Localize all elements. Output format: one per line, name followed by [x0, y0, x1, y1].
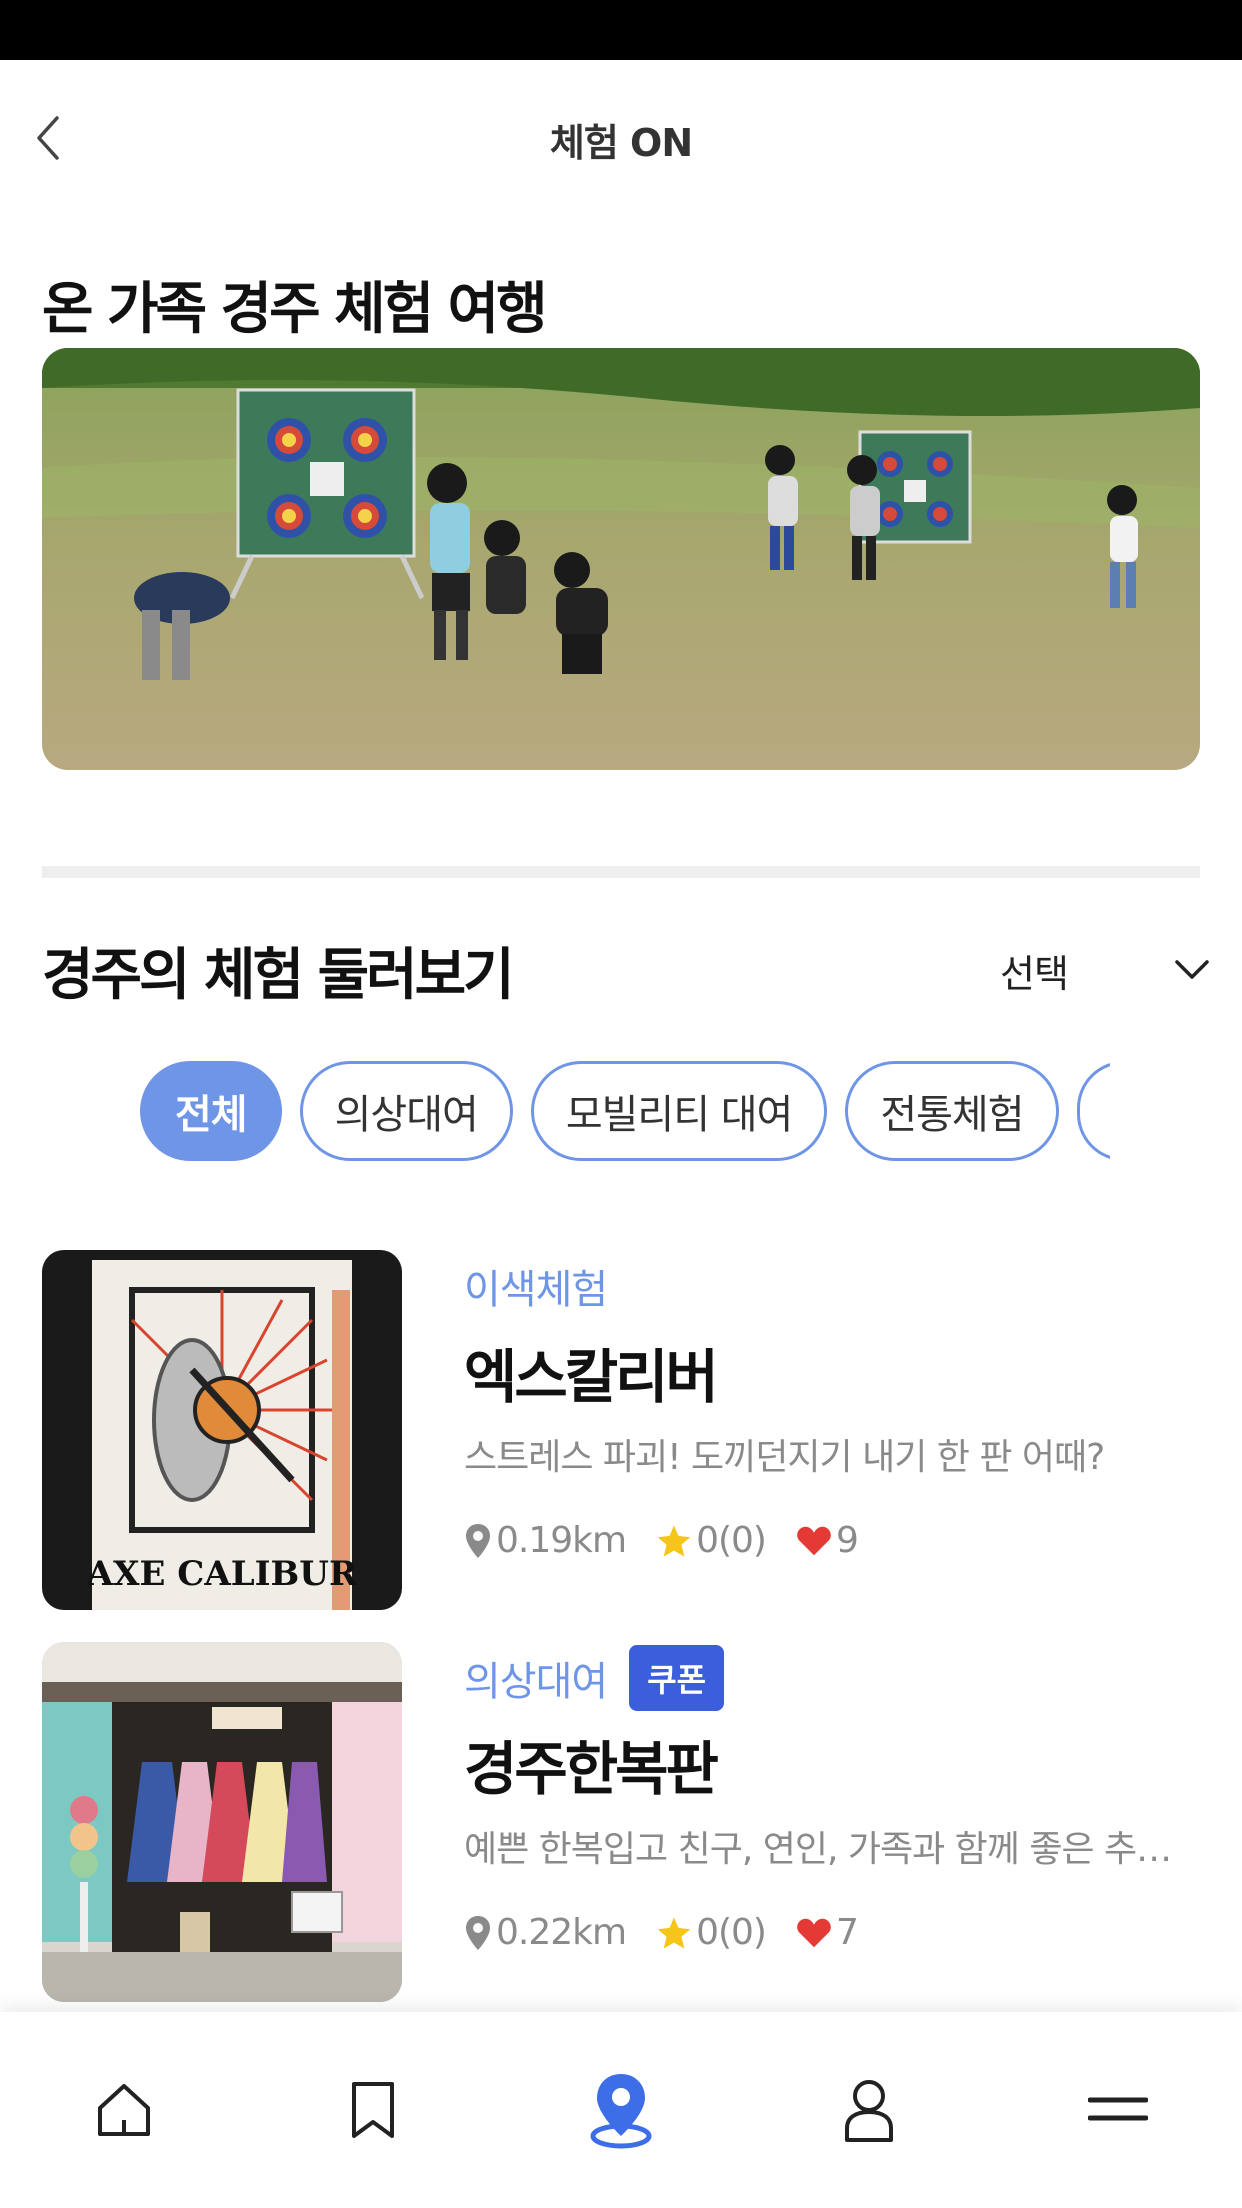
nav-menu-button[interactable] — [1058, 2050, 1178, 2170]
hanbok-shop-photo — [42, 1642, 402, 2002]
chip-traditional-experience[interactable]: 전통체험 — [845, 1061, 1059, 1161]
list-item[interactable]: 의상대여 쿠폰 경주한복판 예쁜 한복입고 친구, 연인, 가족과 함께 좋은 … — [42, 1642, 1200, 2002]
nav-home-button[interactable] — [64, 2050, 184, 2170]
banner-title: 온 가족 경주 체험 여행 — [42, 277, 548, 342]
sort-dropdown-label: 선택 — [1000, 951, 1069, 996]
nav-profile-button[interactable] — [809, 2050, 929, 2170]
section-title: 경주의 체험 둘러보기 — [42, 943, 515, 1008]
item-title[interactable]: 엑스칼리버 — [464, 1330, 1200, 1414]
banner-photo — [42, 348, 1200, 770]
axe-calibur-photo: AXE CALIBUR — [42, 1250, 402, 1610]
category-filter-bar[interactable]: 전체 의상대여 모빌리티 대여 전통체험 0 — [140, 1058, 1110, 1164]
item-thumbnail[interactable] — [42, 1642, 402, 2002]
section-divider — [42, 866, 1200, 878]
coupon-badge: 쿠폰 — [629, 1645, 725, 1711]
location-pin-icon — [590, 2074, 652, 2149]
sort-dropdown[interactable]: 선택 — [1000, 935, 1210, 1005]
item-thumbnail[interactable]: AXE CALIBUR — [42, 1250, 402, 1610]
item-distance: 0.22km — [496, 1912, 627, 1953]
axe-calibur-sign-text: AXE CALIBUR — [86, 1554, 358, 1594]
location-pin-icon — [466, 1915, 490, 1950]
item-info: 의상대여 쿠폰 경주한복판 예쁜 한복입고 친구, 연인, 가족과 함께 좋은 … — [464, 1642, 1200, 1953]
chip-mobility-rental[interactable]: 모빌리티 대여 — [530, 1061, 828, 1161]
item-likes: 7 — [835, 1912, 859, 1953]
item-likes: 9 — [835, 1520, 859, 1561]
item-category: 의상대여 — [464, 1659, 608, 1705]
star-icon — [657, 1916, 691, 1949]
bookmark-icon — [351, 2082, 394, 2138]
item-meta: 0.22km 0(0) 7 — [464, 1912, 1200, 1953]
item-category: 이색체험 — [464, 1267, 608, 1313]
item-title[interactable]: 경주한복판 — [464, 1722, 1200, 1806]
item-rating: 0(0) — [696, 1912, 767, 1953]
status-bar — [0, 0, 1242, 60]
item-description: 예쁜 한복입고 친구, 연인, 가족과 함께 좋은 추억을 남겨보세요 — [464, 1829, 1184, 1870]
item-distance: 0.19km — [496, 1520, 627, 1561]
user-icon — [845, 2080, 894, 2142]
menu-icon — [1087, 2097, 1148, 2121]
home-icon — [98, 2084, 151, 2136]
banner-image[interactable] — [42, 348, 1200, 770]
nav-location-button[interactable] — [561, 2050, 681, 2170]
location-pin-icon — [466, 1523, 490, 1558]
chevron-down-icon — [1175, 960, 1209, 979]
chip-more[interactable]: 0 — [1076, 1061, 1110, 1161]
page-title: 체험 ON — [549, 121, 693, 165]
chip-costume-rental[interactable]: 의상대여 — [299, 1061, 513, 1161]
nav-bookmark-button[interactable] — [313, 2050, 433, 2170]
experience-list: AXE CALIBUR 이색체험 엑스칼리버 스트레스 파괴! 도끼던지기 내기… — [42, 1250, 1200, 2034]
bottom-nav — [0, 2012, 1242, 2208]
item-info: 이색체험 엑스칼리버 스트레스 파괴! 도끼던지기 내기 한 판 어때? 0.1… — [464, 1250, 1200, 1561]
item-meta: 0.19km 0(0) 9 — [464, 1520, 1200, 1561]
heart-icon — [797, 1526, 831, 1555]
chip-all[interactable]: 전체 — [140, 1061, 282, 1161]
item-description: 스트레스 파괴! 도끼던지기 내기 한 판 어때? — [464, 1437, 1105, 1478]
star-icon — [657, 1524, 691, 1557]
item-rating: 0(0) — [696, 1520, 767, 1561]
list-item[interactable]: AXE CALIBUR 이색체험 엑스칼리버 스트레스 파괴! 도끼던지기 내기… — [42, 1250, 1200, 1610]
header: 체험 ON — [0, 60, 1242, 215]
heart-icon — [797, 1918, 831, 1947]
